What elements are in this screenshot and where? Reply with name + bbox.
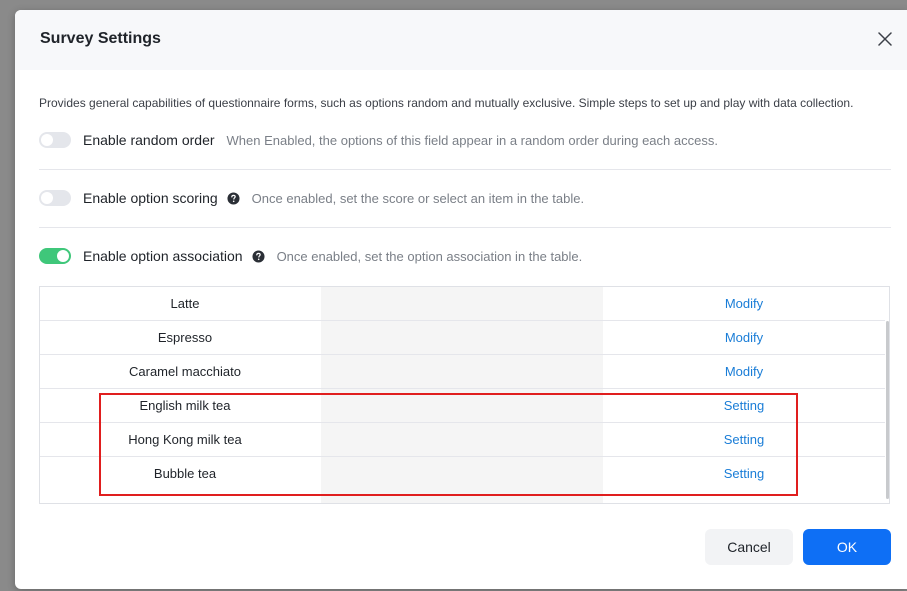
option-name-cell: Espresso xyxy=(157,330,213,345)
table-row: Hong Kong milk tea Setting xyxy=(40,423,885,457)
table-row: Caramel macchiato Modify xyxy=(40,355,885,389)
option-association-hint: Once enabled, set the option association… xyxy=(276,248,583,264)
option-name-cell: Bubble tea xyxy=(153,466,217,481)
modify-link[interactable]: Modify xyxy=(603,355,885,388)
modify-link[interactable]: Modify xyxy=(603,287,885,320)
question-circle-icon[interactable] xyxy=(252,249,265,263)
setting-link[interactable]: Setting xyxy=(603,389,885,422)
option-name-cell: Caramel macchiato xyxy=(129,364,241,379)
option-random-order: Enable random order When Enabled, the op… xyxy=(39,128,718,152)
table-row: Latte Modify xyxy=(40,287,885,321)
option-scoring-hint: Once enabled, set the score or select an… xyxy=(251,190,585,206)
option-scoring-label: Enable option scoring xyxy=(83,190,218,206)
question-circle-icon[interactable] xyxy=(227,191,240,205)
option-name-cell: Latte xyxy=(170,296,200,311)
table-row: Bubble tea Setting xyxy=(40,457,885,491)
dialog-title: Survey Settings xyxy=(40,30,161,47)
cancel-button[interactable]: Cancel xyxy=(705,529,793,565)
toggle-knob xyxy=(57,250,69,262)
random-order-label: Enable random order xyxy=(83,132,215,148)
ok-button[interactable]: OK xyxy=(803,529,891,565)
option-name-cell: English milk tea xyxy=(139,398,231,413)
random-order-toggle[interactable] xyxy=(39,132,71,148)
modify-link[interactable]: Modify xyxy=(603,321,885,354)
toggle-knob xyxy=(41,192,53,204)
random-order-hint: When Enabled, the options of this field … xyxy=(226,132,718,148)
scrollbar-thumb[interactable] xyxy=(886,321,889,499)
option-scoring-toggle[interactable] xyxy=(39,190,71,206)
association-table: Latte Modify Espresso Modify Caramel mac… xyxy=(39,286,890,504)
option-association: Enable option association Once enabled, … xyxy=(39,244,582,268)
option-association-label: Enable option association xyxy=(83,248,243,264)
option-name-cell: Hong Kong milk tea xyxy=(128,432,242,447)
toggle-knob xyxy=(41,134,53,146)
close-icon[interactable] xyxy=(875,29,895,49)
table-row: English milk tea Setting xyxy=(40,389,885,423)
setting-link[interactable]: Setting xyxy=(603,423,885,456)
setting-link[interactable]: Setting xyxy=(603,457,885,490)
survey-settings-dialog: Survey Settings Provides general capabil… xyxy=(15,10,907,589)
dialog-header: Survey Settings xyxy=(15,10,907,70)
option-association-toggle[interactable] xyxy=(39,248,71,264)
divider xyxy=(39,227,891,228)
option-scoring: Enable option scoring Once enabled, set … xyxy=(39,186,584,210)
table-row: Espresso Modify xyxy=(40,321,885,355)
dialog-description: Provides general capabilities of questio… xyxy=(39,96,854,110)
divider xyxy=(39,169,891,170)
